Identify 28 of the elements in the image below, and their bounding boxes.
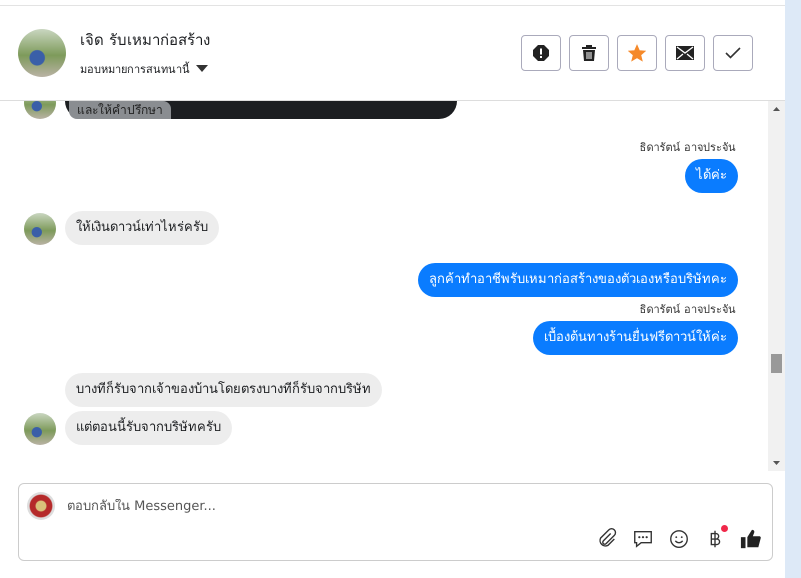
avatar-photo (18, 29, 66, 77)
check-icon (725, 47, 741, 59)
sender-name: ธิดารัตน์ อาจประจัน (638, 141, 736, 155)
envelope-icon (676, 46, 694, 60)
assign-dropdown[interactable]: มอบหมายการสนทนานี้ (80, 60, 210, 78)
spam-button[interactable] (521, 35, 561, 71)
thumbs-up-icon (740, 528, 762, 550)
trash-icon (581, 44, 597, 62)
chat-bubble-icon (632, 528, 654, 550)
caret-icon (196, 65, 208, 73)
alert-icon (532, 44, 550, 62)
done-button[interactable] (713, 35, 753, 71)
received-message: บางทีก็รับจากเจ้าของบ้านโดยตรงบางทีก็รับจากบริษัท (65, 373, 382, 407)
scrollbar[interactable] (768, 101, 785, 471)
received-message: แต่ตอนนี้รับจากบริษัทครับ (65, 411, 232, 445)
contact-name: เจิด รับเหมาก่อสร้าง (80, 30, 210, 51)
delete-button[interactable] (569, 35, 609, 71)
star-button[interactable] (617, 35, 657, 71)
emoji-icon (668, 528, 690, 550)
received-message: ให้เงินดาวน์เท่าไหร่ครับ (65, 211, 219, 245)
unread-button[interactable] (665, 35, 705, 71)
sent-message: เบื้องต้นทางร้านยื่นฟรีดาวน์ให้ค่ะ (533, 321, 738, 355)
card-label: และให้คำปรึกษา (69, 101, 171, 119)
sent-message: ได้ค่ะ (685, 159, 738, 193)
sender-name: ธิดารัตน์ อาจประจัน (638, 303, 736, 317)
sent-message: ลูกค้าทำอาชีพรับเหมาก่อสร้างของตัวเองหรือบริษัทคะ (418, 263, 738, 297)
page-avatar (27, 492, 55, 520)
star-icon (628, 44, 646, 62)
